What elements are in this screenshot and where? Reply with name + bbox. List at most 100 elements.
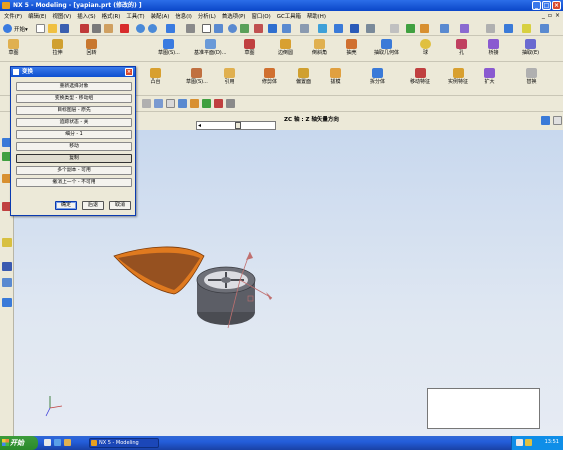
- menu-insert[interactable]: 插入(S): [77, 12, 95, 20]
- selection-scope-icon[interactable]: [154, 99, 163, 108]
- move-feature-button[interactable]: 移动特征: [410, 68, 430, 85]
- display-icon[interactable]: [440, 24, 449, 33]
- cube-blue-icon[interactable]: [318, 24, 327, 33]
- save-icon[interactable]: [60, 24, 69, 33]
- multiple-copies-button[interactable]: 多个副本 - 可用: [16, 166, 132, 175]
- boss-button[interactable]: 凸台: [150, 68, 161, 85]
- refresh-icon[interactable]: [254, 24, 263, 33]
- quadrant-snap-icon[interactable]: [226, 99, 235, 108]
- fit-icon[interactable]: [202, 24, 211, 33]
- extrude-button[interactable]: 拉伸: [52, 39, 63, 56]
- roles-icon[interactable]: [2, 278, 12, 287]
- quicklaunch-ie-icon[interactable]: [54, 439, 61, 446]
- close-button[interactable]: ×: [552, 1, 561, 10]
- open-folder-icon[interactable]: [48, 24, 57, 33]
- pad-button[interactable]: 引用: [224, 68, 235, 85]
- pocket-button[interactable]: 草图(S)...: [186, 68, 208, 85]
- slider-thumb[interactable]: [235, 122, 241, 129]
- undo-icon[interactable]: [136, 24, 145, 33]
- extract-geometry-button[interactable]: 抽取几何体: [374, 39, 399, 56]
- rotate-icon[interactable]: [228, 24, 237, 33]
- doc-restore-button[interactable]: ▫: [548, 12, 552, 19]
- split-body-button[interactable]: 拆分体: [370, 68, 385, 85]
- menu-help[interactable]: 帮助(H): [307, 12, 326, 20]
- extract-button[interactable]: 抽取(E): [522, 39, 539, 56]
- enlarge-button[interactable]: 扩大: [484, 68, 495, 85]
- layer-icon[interactable]: [300, 24, 309, 33]
- section-icon[interactable]: [366, 24, 375, 33]
- help-icon[interactable]: [540, 24, 549, 33]
- center-snap-icon[interactable]: [202, 99, 211, 108]
- filter-icon[interactable]: [142, 99, 151, 108]
- delete-icon[interactable]: [120, 24, 129, 33]
- sketch2-button[interactable]: 草图: [244, 39, 255, 56]
- quicklaunch-desktop-icon[interactable]: [44, 439, 51, 446]
- reselect-objects-button[interactable]: 重新选择对象: [16, 82, 132, 91]
- menu-assembly[interactable]: 装配(A): [151, 12, 170, 20]
- sketch-menu-button[interactable]: 草图(S)...: [158, 39, 180, 56]
- instance-feature-button[interactable]: 偏置面: [296, 68, 311, 85]
- hole-button[interactable]: 孔: [456, 39, 467, 56]
- sketch-button[interactable]: 草图: [8, 39, 19, 56]
- snap-icon[interactable]: [390, 24, 399, 33]
- view-icon[interactable]: [186, 24, 195, 33]
- mail-icon[interactable]: [504, 24, 513, 33]
- table-icon[interactable]: [486, 24, 495, 33]
- new-file-icon[interactable]: [36, 24, 45, 33]
- target-layer-button[interactable]: 目标图层 - 原先: [16, 106, 132, 115]
- offset-face-button[interactable]: 实例特征: [448, 68, 468, 85]
- ok-button[interactable]: 确定: [55, 201, 77, 210]
- copy-icon[interactable]: [92, 24, 101, 33]
- slider-left-arrow-icon[interactable]: ◂: [198, 122, 201, 129]
- trim-body-button[interactable]: 修剪体: [262, 68, 277, 85]
- copy-button[interactable]: 复制: [16, 154, 132, 163]
- cancel-button[interactable]: 取消: [109, 201, 131, 210]
- endpoint-snap-icon[interactable]: [178, 99, 187, 108]
- menu-gc-toolbox[interactable]: GC工具箱: [277, 12, 301, 20]
- maximize-button[interactable]: □: [542, 1, 551, 10]
- menu-view[interactable]: 视图(V): [53, 12, 72, 20]
- menu-preferences[interactable]: 首选项(P): [222, 12, 246, 20]
- cube-view-icon[interactable]: [334, 24, 343, 33]
- taskbar-nx-task[interactable]: NX 5 - Modeling: [89, 438, 159, 448]
- shaded-view-icon[interactable]: [268, 24, 277, 33]
- color-icon[interactable]: [460, 24, 469, 33]
- transform-type-button[interactable]: 变换类型 - 移动组: [16, 94, 132, 103]
- menu-analysis[interactable]: 分析(L): [198, 12, 216, 20]
- move-button[interactable]: 移动: [16, 142, 132, 151]
- datum-plane-button[interactable]: 基准平面(D)...: [194, 39, 227, 56]
- menu-tools[interactable]: 工具(T): [126, 12, 144, 20]
- shell-button[interactable]: 抽壳: [346, 39, 357, 56]
- revolve-button[interactable]: 回转: [86, 39, 97, 56]
- replace-button[interactable]: 替换: [526, 68, 537, 85]
- prompt-info-icon[interactable]: [541, 116, 550, 125]
- start-button[interactable]: 开始: [0, 436, 38, 450]
- zoom-icon[interactable]: [214, 24, 223, 33]
- cube-shaded-icon[interactable]: [350, 24, 359, 33]
- select-icon[interactable]: [166, 24, 175, 33]
- quicklaunch-folder-icon[interactable]: [64, 439, 71, 446]
- menu-info[interactable]: 信息(I): [175, 12, 192, 20]
- chamfer-button[interactable]: 倒斜角: [312, 39, 327, 56]
- pan-icon[interactable]: [240, 24, 249, 33]
- prompt-option-icon[interactable]: [553, 116, 562, 125]
- draft-button[interactable]: 拔模: [330, 68, 341, 85]
- edge-blend-button[interactable]: 边倒圆: [278, 39, 293, 56]
- doc-close-button[interactable]: ×: [555, 12, 560, 19]
- midpoint-snap-icon[interactable]: [190, 99, 199, 108]
- snap-point-icon[interactable]: [166, 99, 175, 108]
- start-menu-button[interactable]: 开始▾: [14, 25, 28, 33]
- value-slider[interactable]: ◂: [196, 121, 276, 130]
- trace-status-button[interactable]: 追踪状态 - 关: [16, 118, 132, 127]
- tray-volume-icon[interactable]: [525, 439, 532, 446]
- measure-icon[interactable]: [406, 24, 415, 33]
- menu-file[interactable]: 文件(F): [4, 12, 22, 20]
- system-scenes-icon[interactable]: [2, 298, 12, 307]
- dialog-close-icon[interactable]: ×: [125, 68, 133, 76]
- tray-network-icon[interactable]: [516, 439, 523, 446]
- wcs-icon[interactable]: [420, 24, 429, 33]
- paste-icon[interactable]: [104, 24, 113, 33]
- intersection-snap-icon[interactable]: [214, 99, 223, 108]
- subdivide-button[interactable]: 细分 - 1: [16, 130, 132, 139]
- doc-minimize-button[interactable]: _: [542, 12, 545, 19]
